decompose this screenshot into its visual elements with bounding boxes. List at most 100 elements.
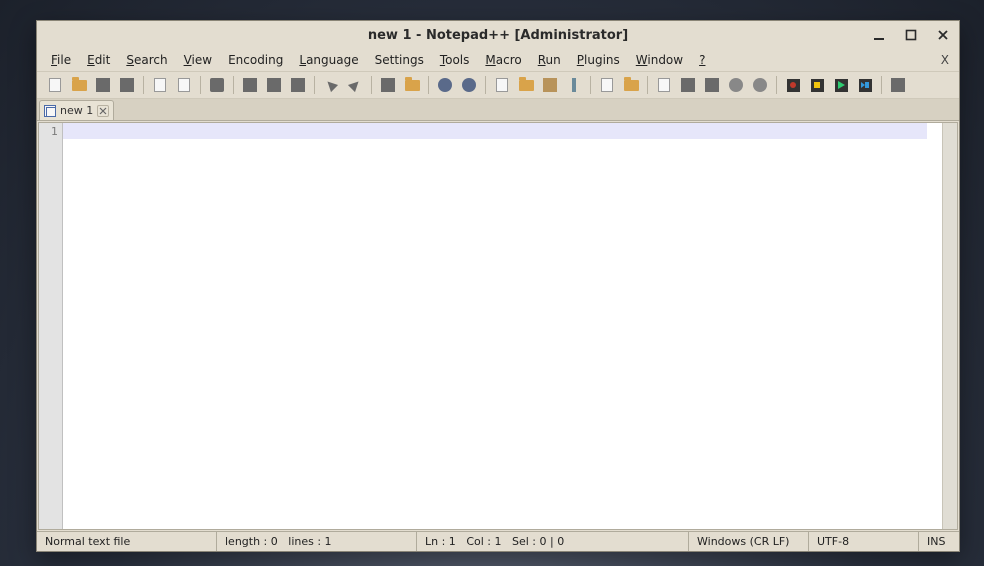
titlebar: new 1 - Notepad++ [Administrator] <box>37 21 959 49</box>
menu-help[interactable]: ? <box>691 51 713 69</box>
monitoring-icon <box>753 78 767 92</box>
toolbar-paste[interactable] <box>287 74 309 96</box>
menu-tools[interactable]: Tools <box>432 51 478 69</box>
toolbar-new-file[interactable] <box>44 74 66 96</box>
menu-macro[interactable]: Macro <box>477 51 529 69</box>
status-length: length : 0 <box>225 535 278 548</box>
menu-search[interactable]: Search <box>118 51 175 69</box>
toolbar-find[interactable] <box>377 74 399 96</box>
menubar-close-x[interactable]: X <box>941 53 949 67</box>
editor-area: 1 <box>38 122 958 530</box>
toolbar-copy[interactable] <box>263 74 285 96</box>
toolbar-separator <box>776 76 777 94</box>
toolbar-macro-play[interactable] <box>830 74 852 96</box>
toolbar-replace[interactable] <box>401 74 423 96</box>
toolbar-separator <box>590 76 591 94</box>
undo-icon <box>324 78 338 92</box>
vertical-scrollbar[interactable] <box>942 123 957 529</box>
indent-guide-icon <box>601 78 613 92</box>
toolbar-monitoring[interactable] <box>749 74 771 96</box>
toolbar-separator <box>428 76 429 94</box>
maximize-icon <box>905 29 917 41</box>
toolbar-function-list[interactable] <box>701 74 723 96</box>
toolbar-separator <box>485 76 486 94</box>
tab-label: new 1 <box>60 104 93 117</box>
word-wrap-icon <box>543 78 557 92</box>
statusbar: Normal text file length : 0 lines : 1 Ln… <box>37 531 959 551</box>
status-ins: INS <box>919 532 959 551</box>
tab-close-button[interactable] <box>97 105 109 117</box>
toolbar-macro-record[interactable] <box>782 74 804 96</box>
status-lines: lines : 1 <box>288 535 331 548</box>
stop-icon <box>811 79 824 92</box>
menu-plugins[interactable]: Plugins <box>569 51 628 69</box>
extra-icon <box>891 78 905 92</box>
toolbar-zoom-in[interactable] <box>434 74 456 96</box>
new-file-icon <box>49 78 61 92</box>
status-ln: Ln : 1 <box>425 535 456 548</box>
close-icon <box>937 29 949 41</box>
menu-language[interactable]: Language <box>291 51 366 69</box>
folder-workspace-icon <box>729 78 743 92</box>
tab-close-icon <box>99 107 107 115</box>
toolbar-folder-workspace[interactable] <box>725 74 747 96</box>
line-number-gutter: 1 <box>39 123 63 529</box>
toolbar-macro-stop[interactable] <box>806 74 828 96</box>
status-encoding: UTF-8 <box>809 532 919 551</box>
toolbar-ud-lang[interactable] <box>620 74 642 96</box>
toolbar <box>37 71 959 99</box>
menu-view[interactable]: View <box>176 51 220 69</box>
maximize-button[interactable] <box>901 25 921 45</box>
toolbar-doc-list[interactable] <box>677 74 699 96</box>
play-icon <box>835 79 848 92</box>
menu-window[interactable]: Window <box>628 51 691 69</box>
fast-forward-icon <box>859 79 872 92</box>
doc-map-icon <box>658 78 670 92</box>
menubar: File Edit Search View Encoding Language … <box>37 49 959 71</box>
close-all-icon <box>178 78 190 92</box>
toolbar-save-all[interactable] <box>116 74 138 96</box>
tab-new-1[interactable]: new 1 <box>39 100 114 120</box>
text-editor[interactable] <box>63 123 942 529</box>
toolbar-indent-guide[interactable] <box>596 74 618 96</box>
toolbar-close[interactable] <box>149 74 171 96</box>
toolbar-zoom-out[interactable] <box>458 74 480 96</box>
menu-file[interactable]: File <box>43 51 79 69</box>
function-list-icon <box>705 78 719 92</box>
menu-settings[interactable]: Settings <box>367 51 432 69</box>
cut-icon <box>243 78 257 92</box>
redo-icon <box>348 78 362 92</box>
menu-encoding[interactable]: Encoding <box>220 51 291 69</box>
status-length-lines: length : 0 lines : 1 <box>217 532 417 551</box>
copy-icon <box>267 78 281 92</box>
tabstrip: new 1 <box>37 99 959 121</box>
toolbar-separator <box>233 76 234 94</box>
toolbar-undo[interactable] <box>320 74 342 96</box>
toolbar-extra[interactable] <box>887 74 909 96</box>
toolbar-sync-h[interactable] <box>515 74 537 96</box>
toolbar-macro-run-multi[interactable] <box>854 74 876 96</box>
paste-icon <box>291 78 305 92</box>
replace-icon <box>405 80 420 91</box>
toolbar-open-file[interactable] <box>68 74 90 96</box>
find-icon <box>381 78 395 92</box>
toolbar-redo[interactable] <box>344 74 366 96</box>
toolbar-doc-map[interactable] <box>653 74 675 96</box>
toolbar-print[interactable] <box>206 74 228 96</box>
close-button[interactable] <box>933 25 953 45</box>
toolbar-sync-v[interactable] <box>491 74 513 96</box>
toolbar-all-chars[interactable] <box>563 74 585 96</box>
toolbar-word-wrap[interactable] <box>539 74 561 96</box>
menu-run[interactable]: Run <box>530 51 569 69</box>
window-controls <box>869 21 953 49</box>
sync-h-icon <box>519 80 534 91</box>
zoom-in-icon <box>438 78 452 92</box>
status-file-type: Normal text file <box>37 532 217 551</box>
toolbar-save[interactable] <box>92 74 114 96</box>
minimize-button[interactable] <box>869 25 889 45</box>
ud-lang-icon <box>624 80 639 91</box>
minimize-icon <box>873 29 885 41</box>
toolbar-cut[interactable] <box>239 74 261 96</box>
menu-edit[interactable]: Edit <box>79 51 118 69</box>
toolbar-close-all[interactable] <box>173 74 195 96</box>
